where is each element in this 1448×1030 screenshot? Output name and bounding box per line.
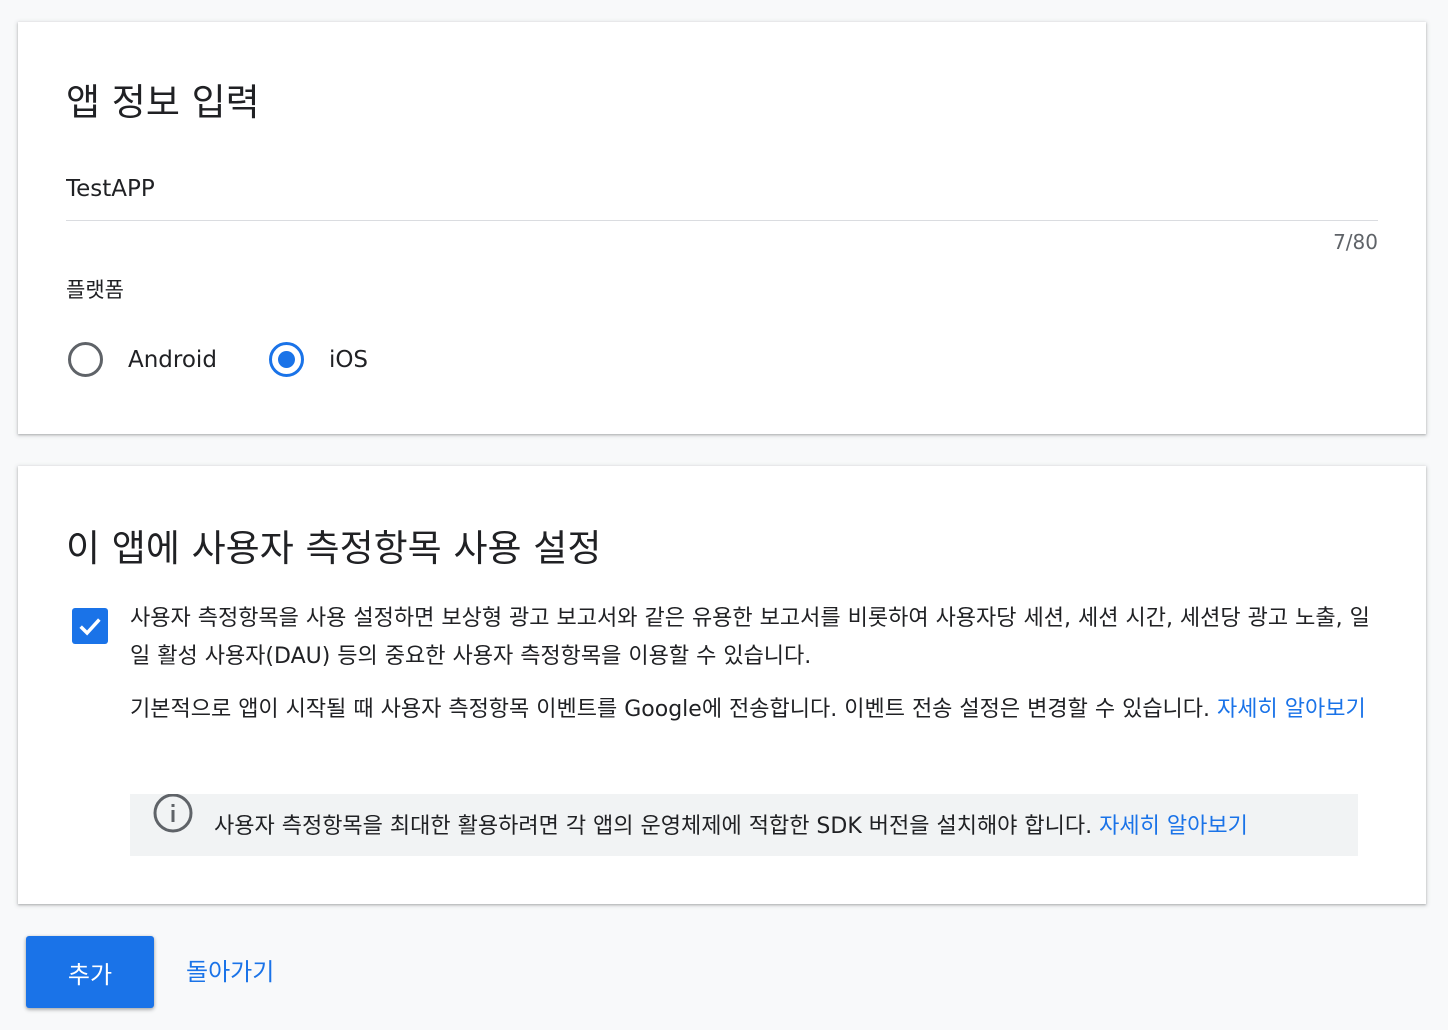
radio-button-android[interactable] — [68, 342, 103, 377]
sdk-info-box: 사용자 측정항목을 최대한 활용하려면 각 앱의 운영체제에 적합한 SDK 버… — [130, 794, 1358, 856]
user-metrics-title: 이 앱에 사용자 측정항목 사용 설정 — [66, 527, 602, 570]
checkmark-icon — [79, 618, 101, 636]
app-info-card: 앱 정보 입력 7/80 플랫폼 Android iOS — [18, 22, 1426, 434]
platform-radio-group: Android iOS — [68, 342, 420, 377]
learn-more-link-sdk[interactable]: 자세히 알아보기 — [1099, 814, 1248, 839]
user-metrics-checkbox[interactable] — [72, 608, 108, 644]
radio-option-ios[interactable]: iOS — [268, 342, 369, 377]
learn-more-link-events[interactable]: 자세히 알아보기 — [1217, 697, 1366, 722]
info-icon — [153, 794, 193, 833]
radio-selected-dot — [277, 351, 295, 368]
radio-label-ios: iOS — [328, 346, 369, 373]
radio-label-android: Android — [128, 346, 217, 373]
user-metrics-description: 사용자 측정항목을 사용 설정하면 보상형 광고 보고서와 같은 유용한 보고서… — [130, 606, 1370, 669]
radio-button-ios[interactable] — [268, 342, 304, 377]
events-description: 기본적으로 앱이 시작될 때 사용자 측정항목 이벤트를 Google에 전송합… — [130, 694, 1370, 726]
sdk-info-message: 사용자 측정항목을 최대한 활용하려면 각 앱의 운영체제에 적합한 SDK 버… — [214, 814, 1100, 839]
add-button[interactable]: 추가 — [26, 936, 154, 1008]
app-name-field[interactable] — [66, 172, 1378, 221]
platform-label: 플랫폼 — [66, 278, 124, 302]
radio-option-android[interactable]: Android — [68, 342, 217, 377]
events-text: 기본적으로 앱이 시작될 때 사용자 측정항목 이벤트를 Google에 전송합… — [130, 697, 1218, 722]
user-metrics-card: 이 앱에 사용자 측정항목 사용 설정 사용자 측정항목을 사용 설정하면 보상… — [18, 466, 1426, 904]
char-counter: 7/80 — [1333, 230, 1378, 254]
back-button[interactable]: 돌아가기 — [186, 936, 274, 1008]
app-info-title: 앱 정보 입력 — [66, 81, 260, 124]
sdk-info-text: 사용자 측정항목을 최대한 활용하려면 각 앱의 운영체제에 적합한 SDK 버… — [214, 808, 1248, 840]
app-name-input[interactable] — [66, 172, 1378, 206]
